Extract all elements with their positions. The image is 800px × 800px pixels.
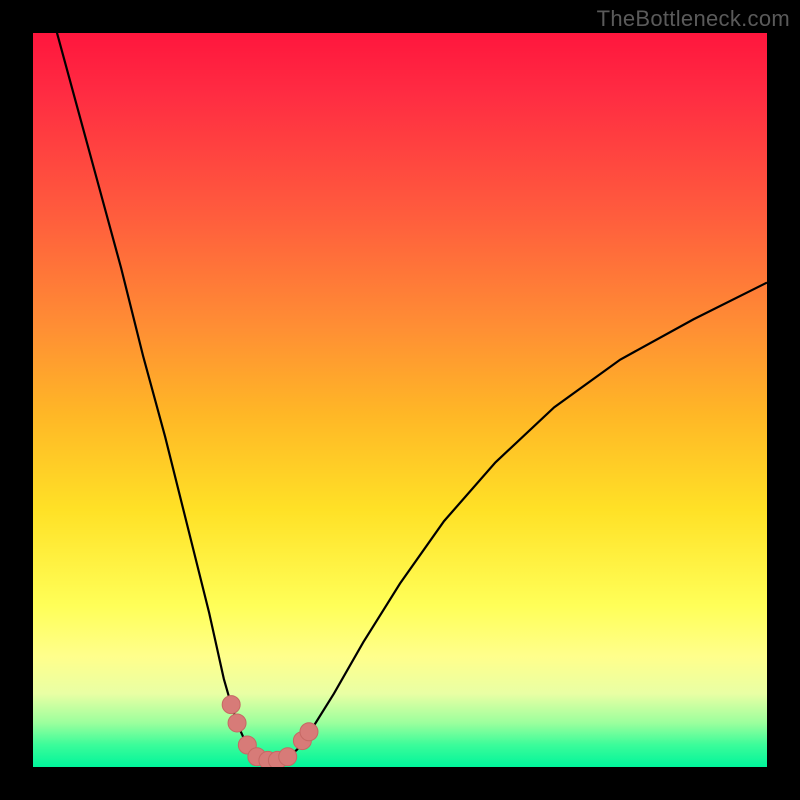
curve-marker <box>228 714 246 732</box>
curve-line <box>33 33 767 761</box>
bottleneck-curve <box>33 33 767 767</box>
plot-area <box>33 33 767 767</box>
curve-marker <box>279 748 297 766</box>
curve-marker <box>222 696 240 714</box>
curve-markers <box>222 696 318 767</box>
watermark-text: TheBottleneck.com <box>597 6 790 32</box>
curve-marker <box>300 723 318 741</box>
image-frame: TheBottleneck.com <box>0 0 800 800</box>
